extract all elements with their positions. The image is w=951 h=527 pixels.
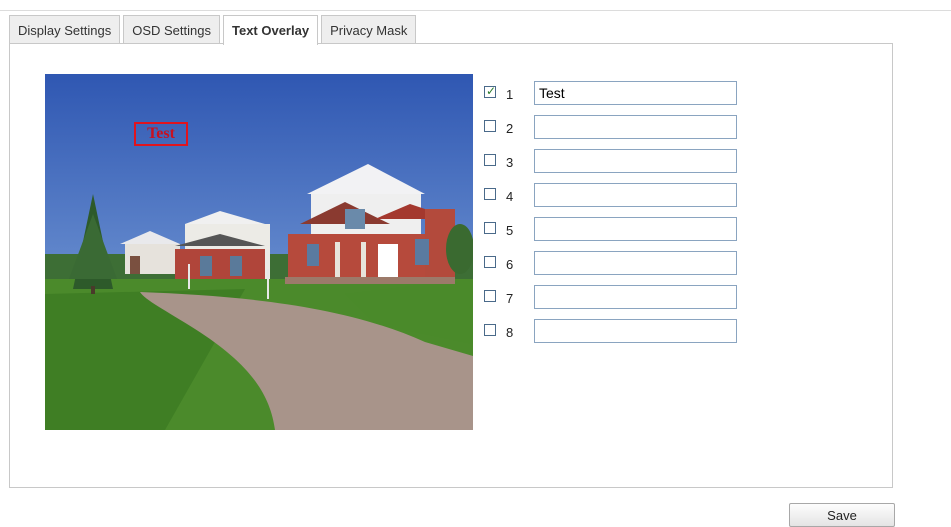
overlay-4-number: 4 bbox=[506, 189, 514, 204]
overlay-6-checkbox[interactable] bbox=[484, 256, 496, 268]
overlay-4-checkbox[interactable] bbox=[484, 188, 496, 200]
overlay-3-checkbox[interactable] bbox=[484, 154, 496, 166]
overlay-3-text-field[interactable] bbox=[534, 149, 737, 173]
overlay-6-text-field[interactable] bbox=[534, 251, 737, 275]
overlay-2-text-field[interactable] bbox=[534, 115, 737, 139]
tab-bar: Display Settings OSD Settings Text Overl… bbox=[9, 15, 419, 45]
overlay-2-number: 2 bbox=[506, 121, 514, 136]
overlay-7-text-field[interactable] bbox=[534, 285, 737, 309]
tab-display-settings[interactable]: Display Settings bbox=[9, 15, 121, 43]
checkmark-icon: ✓ bbox=[486, 84, 497, 98]
overlay-6-number: 6 bbox=[506, 257, 514, 272]
overlay-4-text-field[interactable] bbox=[534, 183, 737, 207]
overlay-1-checkbox[interactable]: ✓ bbox=[484, 84, 497, 98]
overlay-5-checkbox[interactable] bbox=[484, 222, 496, 234]
overlay-1-text-field[interactable] bbox=[534, 81, 737, 105]
overlay-5-text-field[interactable] bbox=[534, 217, 737, 241]
overlay-7-checkbox[interactable] bbox=[484, 290, 496, 302]
overlay-1-number: 1 bbox=[506, 87, 514, 102]
overlay-7-number: 7 bbox=[506, 291, 514, 306]
save-button[interactable]: Save bbox=[789, 503, 895, 527]
tab-text-overlay[interactable]: Text Overlay bbox=[222, 15, 319, 45]
tab-osd-settings[interactable]: OSD Settings bbox=[123, 15, 220, 43]
tab-privacy-mask[interactable]: Privacy Mask bbox=[321, 15, 417, 43]
overlay-2-checkbox[interactable] bbox=[484, 120, 496, 132]
overlay-5-number: 5 bbox=[506, 223, 514, 238]
overlay-8-checkbox[interactable] bbox=[484, 324, 496, 336]
overlay-8-text-field[interactable] bbox=[534, 319, 737, 343]
overlay-8-number: 8 bbox=[506, 325, 514, 340]
overlay-3-number: 3 bbox=[506, 155, 514, 170]
live-preview-image: Test bbox=[45, 74, 473, 430]
overlay-text-preview[interactable]: Test bbox=[134, 122, 188, 146]
top-divider bbox=[0, 10, 951, 11]
